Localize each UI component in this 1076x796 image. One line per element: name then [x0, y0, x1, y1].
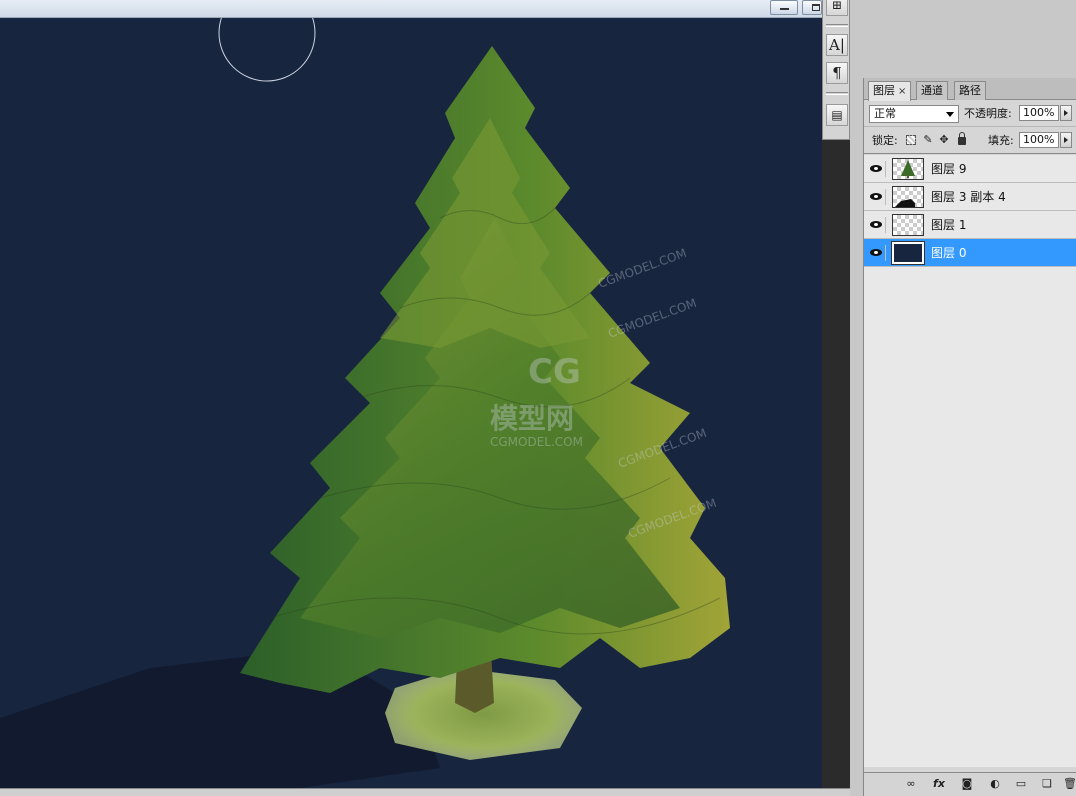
layer-thumbnail: [892, 214, 924, 236]
watermark-url-2: CGMODEL.COM: [596, 246, 688, 291]
tab-paths[interactable]: 路径: [954, 81, 986, 100]
mask-icon[interactable]: ◙: [960, 778, 974, 790]
lock-position-icon[interactable]: ✥: [938, 134, 950, 146]
watermark-url-3: CGMODEL.COM: [606, 296, 698, 341]
document-canvas[interactable]: CG 模型网 CGMODEL.COM CGMODEL.COM CGMODEL.C…: [0, 18, 822, 788]
layer-row[interactable]: 图层 9: [864, 155, 1076, 183]
trash-icon[interactable]: 🗑: [1063, 778, 1076, 790]
layer-name: 图层 3 副本 4: [931, 190, 1006, 204]
layer-name: 图层 9: [931, 162, 967, 176]
blend-opacity-row: 正常 不透明度: 100%: [864, 101, 1076, 127]
brush-cursor: [218, 18, 316, 82]
lock-transparent-pixels-icon[interactable]: [906, 135, 916, 145]
adjustment-icon[interactable]: ◐: [988, 778, 1002, 790]
opacity-slider-button[interactable]: [1060, 105, 1072, 121]
chevron-down-icon: [946, 112, 954, 117]
layer-row[interactable]: 图层 1: [864, 211, 1076, 239]
eye-icon[interactable]: [868, 189, 886, 205]
layer-name: 图层 1: [931, 218, 967, 232]
right-panel-area: 图层 × 通道 路径 正常 不透明度: 100% 锁定: ✎ ✥ 填充: 100%: [850, 0, 1076, 796]
maximize-button[interactable]: [802, 0, 822, 15]
blend-mode-value: 正常: [874, 107, 896, 120]
document-title-bar: [0, 0, 822, 18]
lock-fill-row: 锁定: ✎ ✥ 填充: 100%: [864, 128, 1076, 154]
minimize-icon: [780, 8, 789, 10]
layers-panel-footer: ∞ fx ◙ ◐ ▭ ❏ 🗑: [864, 772, 1076, 796]
watermark-sub: 模型网: [490, 402, 574, 435]
eye-icon[interactable]: [868, 245, 886, 261]
dock-separator: [826, 92, 848, 95]
minimize-button[interactable]: [770, 0, 798, 15]
layer-thumbnail: [892, 158, 924, 180]
blend-mode-select[interactable]: 正常: [869, 105, 959, 123]
tab-paths-label: 路径: [959, 84, 981, 97]
layer-row[interactable]: 图层 3 副本 4: [864, 183, 1076, 211]
close-icon[interactable]: ×: [898, 86, 906, 97]
tab-channels-label: 通道: [921, 84, 943, 97]
layers-panel: 图层 × 通道 路径 正常 不透明度: 100% 锁定: ✎ ✥ 填充: 100%: [863, 78, 1076, 796]
tool-presets-icon[interactable]: ⊞: [826, 0, 848, 16]
character-icon[interactable]: A|: [826, 34, 848, 56]
tab-channels[interactable]: 通道: [916, 81, 948, 100]
layer-list: 图层 9 图层 3 副本 4 图层 1 图层 0: [864, 155, 1076, 767]
new-layer-icon[interactable]: ❏: [1040, 778, 1054, 790]
layer-thumbnail: [892, 186, 924, 208]
lock-image-pixels-icon[interactable]: ✎: [922, 134, 934, 146]
tab-layers-label: 图层: [873, 84, 895, 97]
layer-row-selected[interactable]: 图层 0: [864, 239, 1076, 267]
link-icon[interactable]: ∞: [904, 778, 918, 790]
fill-label: 填充:: [988, 134, 1014, 147]
watermark-url: CGMODEL.COM: [490, 435, 583, 449]
fill-input[interactable]: 100%: [1019, 132, 1059, 148]
tab-layers[interactable]: 图层 ×: [868, 81, 912, 101]
maximize-icon: [812, 4, 820, 11]
fx-icon[interactable]: fx: [932, 778, 946, 790]
eye-icon[interactable]: [868, 217, 886, 233]
panel-tabs: 图层 × 通道 路径: [864, 78, 1076, 101]
collapsed-panel-dock: ⊞ A| ¶ ▤: [822, 0, 850, 140]
eye-icon[interactable]: [868, 161, 886, 177]
watermark-main: CG: [528, 352, 581, 392]
dock-separator: [826, 24, 848, 27]
lock-all-icon[interactable]: [958, 132, 966, 145]
tree-foliage: [240, 46, 730, 693]
layer-thumbnail: [891, 241, 925, 265]
paragraph-icon[interactable]: ¶: [826, 62, 848, 84]
opacity-label: 不透明度:: [964, 107, 1012, 120]
layer-comps-icon[interactable]: ▤: [826, 104, 848, 126]
fill-slider-button[interactable]: [1060, 132, 1072, 148]
status-bar: [0, 788, 850, 796]
lock-label: 锁定:: [872, 134, 898, 147]
layer-name: 图层 0: [931, 246, 967, 260]
canvas-artwork: CG 模型网 CGMODEL.COM CGMODEL.COM CGMODEL.C…: [0, 18, 730, 788]
opacity-input[interactable]: 100%: [1019, 105, 1059, 121]
folder-icon[interactable]: ▭: [1014, 778, 1028, 790]
